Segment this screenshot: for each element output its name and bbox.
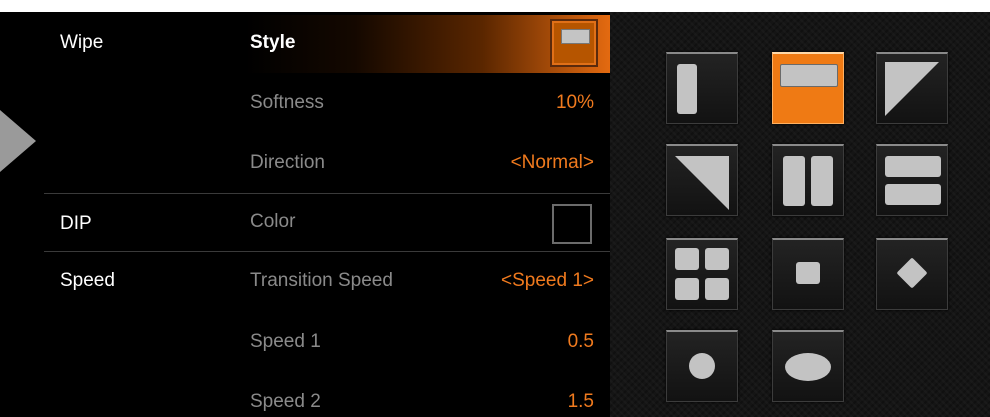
horizontal-bar-wipe-icon [561,29,590,44]
setting-label-direction: Direction [250,152,325,173]
ellipse-wipe-icon[interactable] [772,330,844,402]
top-right-triangle-wipe-icon[interactable] [876,52,948,124]
setting-row-direction[interactable]: Direction <Normal> [250,135,594,193]
setting-row-transition-speed[interactable]: Transition Speed <Speed 1> [250,253,594,311]
category-speed[interactable]: Speed [60,270,115,292]
setting-label-speed-1: Speed 1 [250,331,321,352]
vertical-bar-wipe-icon[interactable] [666,52,738,124]
setting-value-softness[interactable]: 10% [556,92,594,114]
horizontal-split-wipe-icon[interactable] [876,144,948,216]
vertical-split-wipe-icon[interactable] [772,144,844,216]
diamond-wipe-icon[interactable] [876,238,948,310]
setting-row-speed-1[interactable]: Speed 1 0.5 [250,314,594,372]
setting-label-style: Style [250,32,296,53]
settings-panel: Wipe DIP Speed Style Softness 10% Direct… [0,12,610,417]
wipe-style-grid [610,12,990,417]
horizontal-bar-wipe-icon[interactable] [772,52,844,124]
wipe-settings-screen: Wipe DIP Speed Style Softness 10% Direct… [0,12,990,417]
setting-label-color: Color [250,211,296,232]
setting-row-speed-2[interactable]: Speed 2 1.5 [250,374,594,417]
style-preview-swatch[interactable] [550,19,598,67]
setting-value-direction[interactable]: <Normal> [511,152,594,174]
square-wipe-icon[interactable] [772,238,844,310]
setting-label-transition-speed: Transition Speed [250,270,393,291]
color-swatch[interactable] [552,204,592,244]
expand-arrow-icon[interactable] [0,110,36,172]
category-wipe[interactable]: Wipe [60,32,103,54]
setting-row-softness[interactable]: Softness 10% [250,75,594,133]
setting-label-speed-2: Speed 2 [250,391,321,412]
setting-value-speed-1[interactable]: 0.5 [568,331,594,353]
setting-label-softness: Softness [250,92,324,113]
setting-value-speed-2[interactable]: 1.5 [568,391,594,413]
category-dip[interactable]: DIP [60,213,92,235]
setting-row-color[interactable]: Color [250,194,594,252]
setting-row-style[interactable]: Style [245,15,610,73]
circle-wipe-icon[interactable] [666,330,738,402]
four-squares-wipe-icon[interactable] [666,238,738,310]
bottom-left-triangle-wipe-icon[interactable] [666,144,738,216]
setting-value-transition-speed[interactable]: <Speed 1> [501,270,594,292]
